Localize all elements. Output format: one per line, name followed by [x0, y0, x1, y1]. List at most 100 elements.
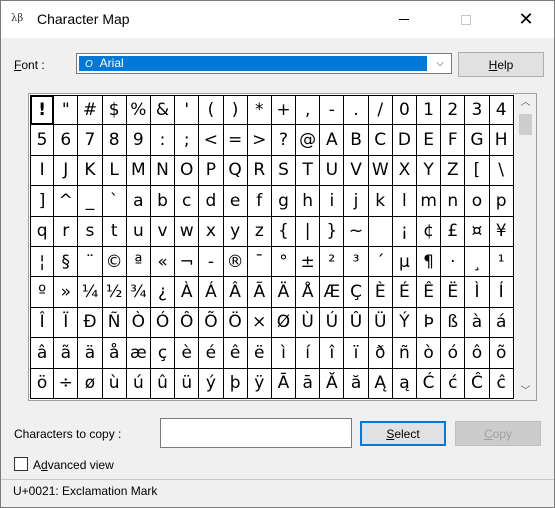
character-cell[interactable]: b	[150, 186, 176, 217]
scrollbar-thumb[interactable]	[519, 114, 532, 135]
character-cell[interactable]: ï	[344, 338, 369, 369]
character-cell[interactable]: §	[54, 246, 79, 278]
title-bar[interactable]: λβ Character Map ✕	[1, 1, 554, 38]
character-cell[interactable]: N	[150, 155, 176, 187]
character-cell[interactable]: Ñ	[102, 307, 127, 339]
character-cell[interactable]: ÷	[54, 368, 79, 399]
character-cell[interactable]: Ü	[368, 307, 393, 339]
character-cell[interactable]: P	[199, 155, 224, 187]
character-cell[interactable]: ]	[30, 186, 55, 217]
character-cell[interactable]: â	[30, 338, 55, 369]
character-cell[interactable]: Á	[199, 277, 224, 308]
character-cell[interactable]: z	[247, 216, 272, 247]
close-button[interactable]: ✕	[503, 1, 549, 38]
character-cell[interactable]: A	[320, 125, 345, 156]
character-cell[interactable]: Ð	[78, 307, 103, 339]
character-cell[interactable]: ¼	[78, 277, 103, 308]
character-cell[interactable]: Ú	[320, 307, 345, 339]
character-cell[interactable]: ^	[54, 186, 79, 217]
character-cell[interactable]: è	[175, 338, 200, 369]
character-cell[interactable]: ĉ	[489, 368, 514, 399]
characters-to-copy-input[interactable]	[160, 418, 352, 448]
character-cell[interactable]: Å	[296, 277, 321, 308]
character-cell[interactable]: ~	[344, 216, 369, 247]
character-cell[interactable]: Ë	[441, 277, 466, 308]
character-cell[interactable]: Z	[441, 155, 466, 187]
character-cell[interactable]: d	[199, 186, 224, 217]
character-cell[interactable]: Ê	[417, 277, 442, 308]
character-cell[interactable]: W	[368, 155, 393, 187]
character-cell[interactable]: Í	[489, 277, 514, 308]
character-cell[interactable]: J	[54, 155, 79, 187]
character-cell[interactable]: ¡	[392, 216, 417, 247]
character-cell[interactable]: m	[417, 186, 442, 217]
character-cell[interactable]: Æ	[320, 277, 345, 308]
character-cell[interactable]: >	[247, 125, 272, 156]
character-cell[interactable]: Ã	[247, 277, 272, 308]
character-cell[interactable]: k	[368, 186, 393, 217]
character-cell[interactable]: |	[296, 216, 321, 247]
character-cell[interactable]: t	[102, 216, 127, 247]
character-cell[interactable]: &	[150, 95, 176, 126]
character-cell[interactable]: ª	[126, 246, 151, 278]
character-cell[interactable]: ą	[392, 368, 417, 399]
character-cell[interactable]: 0	[392, 95, 417, 126]
character-cell[interactable]: c	[175, 186, 200, 217]
character-cell[interactable]: ¤	[465, 216, 490, 247]
character-cell[interactable]: ¨	[78, 246, 103, 278]
character-cell[interactable]: ¹	[489, 246, 514, 278]
character-cell[interactable]: B	[344, 125, 369, 156]
character-cell[interactable]: ì	[271, 338, 297, 369]
character-cell[interactable]: é	[199, 338, 224, 369]
character-cell[interactable]: î	[320, 338, 345, 369]
character-cell[interactable]: Q	[223, 155, 248, 187]
character-cell[interactable]: Ò	[126, 307, 151, 339]
scroll-down-icon[interactable]: ﹀	[515, 383, 536, 400]
character-cell[interactable]: #	[78, 95, 103, 126]
character-cell[interactable]: ²	[320, 246, 345, 278]
character-cell[interactable]: Ï	[54, 307, 79, 339]
character-cell[interactable]: ½	[102, 277, 127, 308]
select-button[interactable]: Select	[360, 421, 446, 446]
character-cell[interactable]: %	[126, 95, 151, 126]
character-cell[interactable]: ¸	[465, 246, 490, 278]
character-cell[interactable]: l	[392, 186, 417, 217]
minimize-button[interactable]	[381, 1, 427, 38]
character-cell[interactable]: h	[296, 186, 321, 217]
character-cell[interactable]: ā	[296, 368, 321, 399]
character-cell[interactable]: C	[368, 125, 393, 156]
character-cell[interactable]: È	[368, 277, 393, 308]
character-cell[interactable]: ÿ	[247, 368, 272, 399]
character-cell[interactable]: ¶	[417, 246, 442, 278]
character-cell[interactable]: ê	[223, 338, 248, 369]
character-cell[interactable]: ă	[344, 368, 369, 399]
character-cell[interactable]: ë	[247, 338, 272, 369]
character-cell[interactable]: :	[150, 125, 176, 156]
character-cell[interactable]: ð	[368, 338, 393, 369]
character-cell[interactable]: Ù	[296, 307, 321, 339]
character-cell[interactable]: ¢	[417, 216, 442, 247]
character-cell[interactable]: )	[223, 95, 248, 126]
character-cell[interactable]: ć	[441, 368, 466, 399]
character-cell[interactable]: M	[126, 155, 151, 187]
font-dropdown[interactable]: O Arial ⌵	[76, 53, 452, 74]
character-cell[interactable]: j	[344, 186, 369, 217]
character-cell[interactable]: v	[150, 216, 176, 247]
character-cell[interactable]: [	[465, 155, 490, 187]
character-cell[interactable]: $	[102, 95, 127, 126]
character-cell[interactable]: 7	[78, 125, 103, 156]
character-cell[interactable]: y	[223, 216, 248, 247]
character-cell[interactable]: ¾	[126, 277, 151, 308]
character-cell[interactable]: ,	[296, 95, 321, 126]
character-cell[interactable]: `	[102, 186, 127, 217]
character-cell[interactable]: ú	[126, 368, 151, 399]
character-cell[interactable]: ä	[78, 338, 103, 369]
character-cell[interactable]: Ä	[271, 277, 297, 308]
character-cell[interactable]: X	[392, 155, 417, 187]
character-cell[interactable]: ´	[368, 246, 393, 278]
character-cell[interactable]: O	[175, 155, 200, 187]
character-cell[interactable]: "	[54, 95, 79, 126]
character-cell[interactable]: û	[150, 368, 176, 399]
character-cell[interactable]: n	[441, 186, 466, 217]
character-cell[interactable]: _	[78, 186, 103, 217]
